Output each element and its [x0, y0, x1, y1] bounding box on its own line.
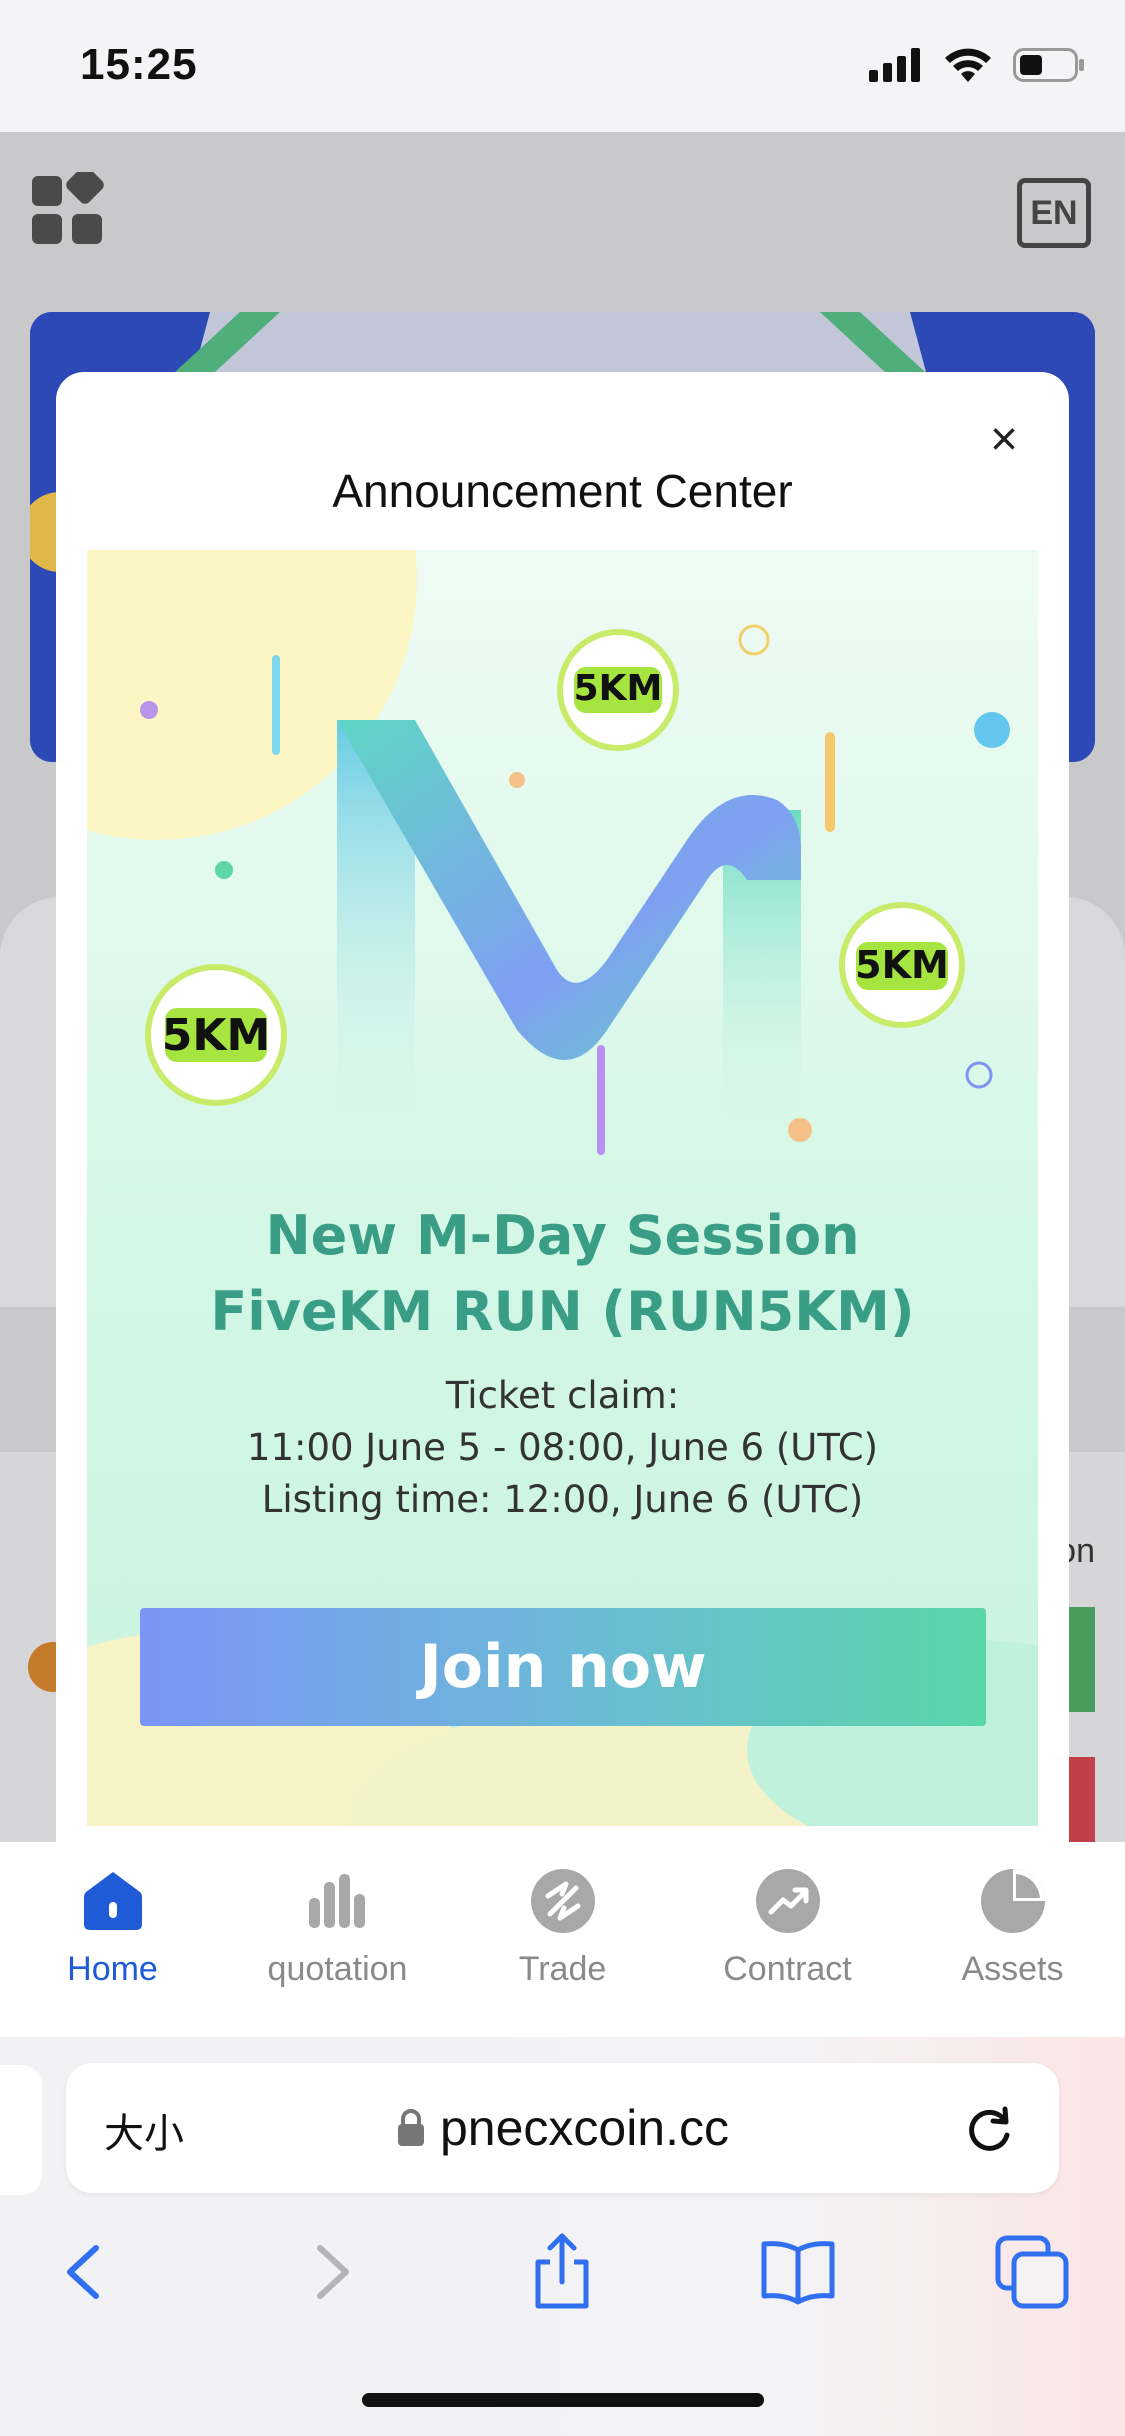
poster-heading-line2: FiveKM RUN (RUN5KM) — [210, 1280, 915, 1343]
tab-trade[interactable]: Trade — [450, 1842, 675, 2037]
wifi-icon — [945, 48, 991, 82]
bookmarks-icon[interactable] — [758, 2232, 838, 2312]
ticket-claim-label: Ticket claim: — [445, 1374, 680, 1417]
reload-icon[interactable] — [959, 2099, 1019, 2159]
tab-quotation[interactable]: quotation — [225, 1842, 450, 2037]
poster-heading: New M-Day Session FiveKM RUN (RUN5KM) — [87, 1198, 1038, 1350]
trade-icon — [530, 1869, 595, 1933]
tab-label: Assets — [961, 1950, 1064, 1988]
bar-chart-icon — [308, 1874, 365, 1928]
close-icon[interactable]: × — [979, 413, 1029, 466]
pie-chart-icon — [980, 1869, 1045, 1933]
tab-contract[interactable]: Contract — [675, 1842, 900, 2037]
tab-label: quotation — [267, 1950, 408, 1988]
poster-heading-line1: New M-Day Session — [265, 1204, 860, 1267]
badge-label: 5KM — [855, 943, 949, 987]
home-indicator — [362, 2393, 764, 2407]
trend-up-icon — [755, 1869, 820, 1933]
home-icon — [83, 1872, 142, 1930]
lock-icon — [397, 2109, 424, 2146]
language-button[interactable]: EN — [1017, 178, 1091, 248]
address-bar[interactable]: 大小 pnecxcoin.cc — [66, 2063, 1059, 2193]
bottom-tab-bar: Home quotation Trade Contract Assets — [0, 1842, 1125, 2039]
tab-label: Home — [67, 1950, 158, 1988]
poster-details: Ticket claim: 11:00 June 5 - 08:00, June… — [87, 1370, 1038, 1526]
cellular-signal-icon — [869, 48, 920, 82]
tab-label: Contract — [723, 1950, 852, 1988]
ticket-claim-time: 11:00 June 5 - 08:00, June 6 (UTC) — [246, 1426, 879, 1469]
browser-nav-row — [0, 2232, 1125, 2342]
announcement-poster[interactable]: 5KM 5KM 5KM New M-Day Session FiveKM RUN… — [87, 550, 1038, 1826]
url-label: pnecxcoin.cc — [439, 2100, 730, 2156]
share-icon[interactable] — [522, 2232, 602, 2312]
badge-label: 5KM — [161, 1010, 271, 1061]
listing-time: Listing time: 12:00, June 6 (UTC) — [261, 1478, 864, 1521]
apps-grid-icon[interactable] — [32, 172, 106, 246]
join-now-button[interactable]: Join now — [140, 1608, 986, 1726]
status-bar: 15:25 — [0, 0, 1125, 132]
status-icons — [869, 48, 1085, 82]
tab-home[interactable]: Home — [0, 1842, 225, 2037]
url-text: pnecxcoin.cc — [66, 2099, 1059, 2157]
status-time: 15:25 — [80, 40, 198, 89]
tab-assets[interactable]: Assets — [900, 1842, 1125, 2037]
back-icon[interactable] — [46, 2232, 126, 2312]
badge-label: 5KM — [573, 668, 663, 709]
browser-toolbar: 大小 pnecxcoin.cc — [0, 2037, 1125, 2436]
battery-icon — [1013, 48, 1084, 82]
tabs-icon[interactable] — [992, 2232, 1072, 2312]
tab-label: Trade — [518, 1950, 607, 1988]
modal-title: Announcement Center — [332, 465, 793, 517]
previous-tab-card[interactable] — [0, 2065, 42, 2195]
forward-icon[interactable] — [290, 2232, 370, 2312]
announcement-modal: × Announcement Center 5KM 5KM 5KM New M-… — [56, 372, 1069, 1842]
